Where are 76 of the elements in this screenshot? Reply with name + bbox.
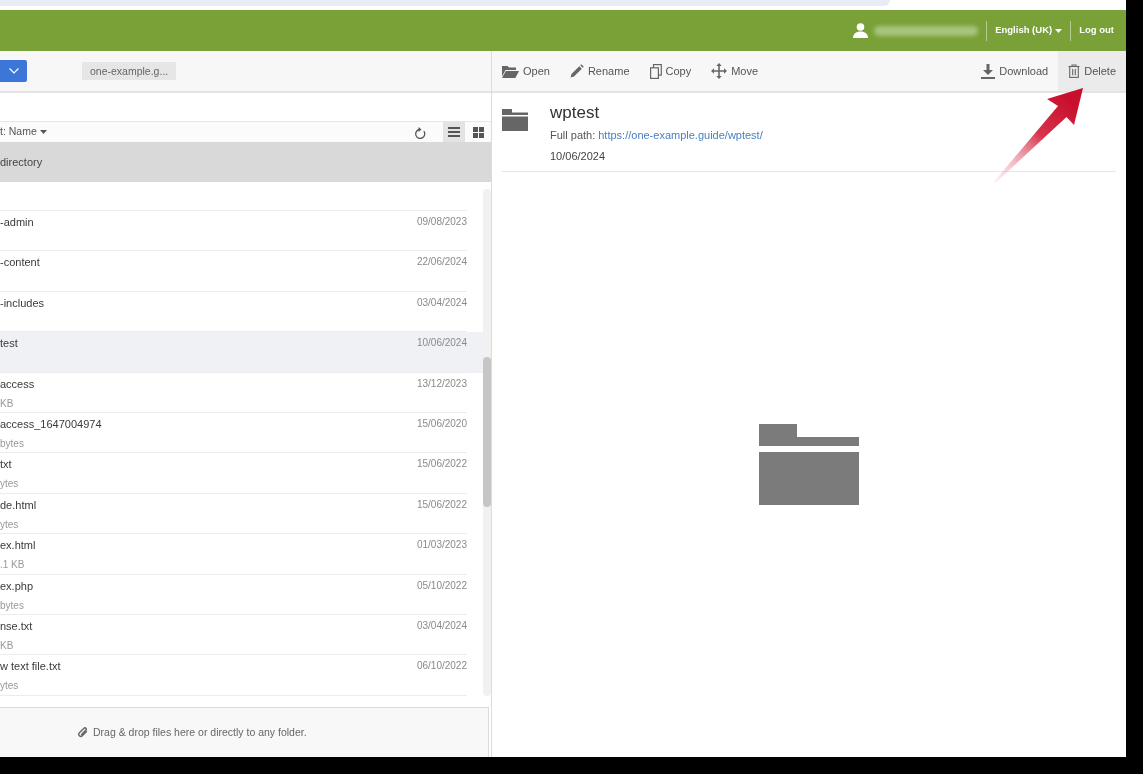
file-name: -includes (0, 295, 45, 310)
folder-icon (502, 64, 519, 78)
path-label: Full path: (550, 128, 596, 143)
file-date: 03/04/2024 (416, 295, 467, 310)
trash-icon (1068, 64, 1081, 78)
caret-icon (39, 130, 47, 134)
move-button[interactable]: Move (701, 51, 769, 91)
path-breadcrumb[interactable]: one-example.g... (82, 62, 177, 80)
folder-icon (759, 424, 859, 505)
file-name: access_1647004974 (0, 416, 102, 431)
file-name: access (0, 376, 35, 391)
delete-button[interactable]: Delete (1058, 51, 1126, 91)
move-arrows-icon (711, 63, 728, 79)
list-view-button[interactable] (443, 122, 465, 142)
file-date: 13/12/2023 (416, 376, 467, 391)
file-name: -admin (0, 215, 34, 229)
file-date: 22/06/2024 (416, 255, 467, 270)
file-name: w text file.txt (0, 659, 61, 674)
file-date: 09/08/2023 (416, 215, 467, 229)
folder-icon (502, 109, 528, 131)
paperclip-icon (78, 727, 88, 738)
file-name: de.html (0, 497, 37, 512)
file-size: ytes (0, 517, 20, 531)
scrollbar-thumb[interactable] (483, 357, 491, 507)
file-row[interactable]: nse.txt KB 03/04/2024 (0, 614, 483, 656)
file-date: 03/04/2024 (416, 618, 467, 633)
folder-title: wptest (550, 103, 601, 123)
sort-menu[interactable]: t: Name (0, 124, 47, 140)
file-row[interactable]: -admin 09/08/2023 (0, 211, 483, 252)
list-view-icon (448, 127, 460, 137)
file-name: test (0, 336, 18, 351)
download-icon (981, 63, 996, 79)
file-name: nse.txt (0, 618, 33, 633)
file-size: ytes (0, 679, 20, 693)
grid-view-icon (472, 126, 484, 138)
file-row[interactable]: w text file.txt ytes 06/10/2022 (0, 655, 483, 696)
copy-icon (649, 63, 662, 79)
copy-button[interactable]: Copy (639, 51, 702, 91)
file-date: 10/06/2024 (416, 336, 467, 351)
file-date: 15/06/2022 (416, 457, 467, 472)
file-row[interactable]: ex.php bytes 05/10/2022 (0, 574, 483, 615)
chevron-down-icon (8, 68, 19, 74)
rename-button[interactable]: Rename (559, 51, 640, 91)
parent-directory-row[interactable]: directory (0, 142, 491, 182)
file-date: 15/06/2020 (416, 416, 467, 431)
modified-date: 10/06/2024 (550, 149, 607, 164)
drop-hint: Drag & drop files here or directly to any folder. (93, 724, 307, 740)
file-row[interactable]: txt ytes 15/06/2022 (0, 453, 483, 494)
file-size: ytes (0, 477, 19, 491)
file-row[interactable]: access_1647004974 bytes 15/06/2020 (0, 412, 483, 454)
caret-icon (1055, 28, 1063, 33)
download-button[interactable]: Download (971, 51, 1059, 91)
file-name: txt (0, 457, 13, 472)
file-name: ex.html (0, 538, 36, 553)
path-link[interactable]: https://one-example.guide/wptest/ (598, 127, 763, 143)
file-date: 05/10/2022 (416, 578, 467, 593)
drop-zone[interactable]: Drag & drop files here or directly to any folder. (0, 707, 489, 757)
file-date: 06/10/2022 (416, 659, 467, 674)
file-name: ex.php (0, 578, 34, 593)
file-size: bytes (0, 436, 25, 450)
file-date: 15/06/2022 (416, 497, 467, 512)
pencil-icon (569, 64, 584, 78)
file-row[interactable]: -content 22/06/2024 (0, 251, 483, 292)
file-row[interactable]: de.html ytes 15/06/2022 (0, 493, 483, 535)
user-icon (853, 23, 869, 38)
file-row[interactable]: ex.html .1 KB 01/03/2023 (0, 534, 483, 575)
file-row[interactable]: test 10/06/2024 (0, 332, 483, 373)
file-size: .1 KB (0, 558, 26, 572)
file-size: bytes (0, 598, 25, 612)
file-row[interactable]: access KB 13/12/2023 (0, 372, 483, 413)
file-date: 01/03/2023 (416, 538, 467, 553)
file-size: KB (0, 638, 15, 652)
open-button[interactable]: Open (492, 51, 560, 91)
file-size: KB (0, 396, 15, 410)
refresh-icon (414, 125, 426, 139)
file-name: -content (0, 255, 40, 270)
